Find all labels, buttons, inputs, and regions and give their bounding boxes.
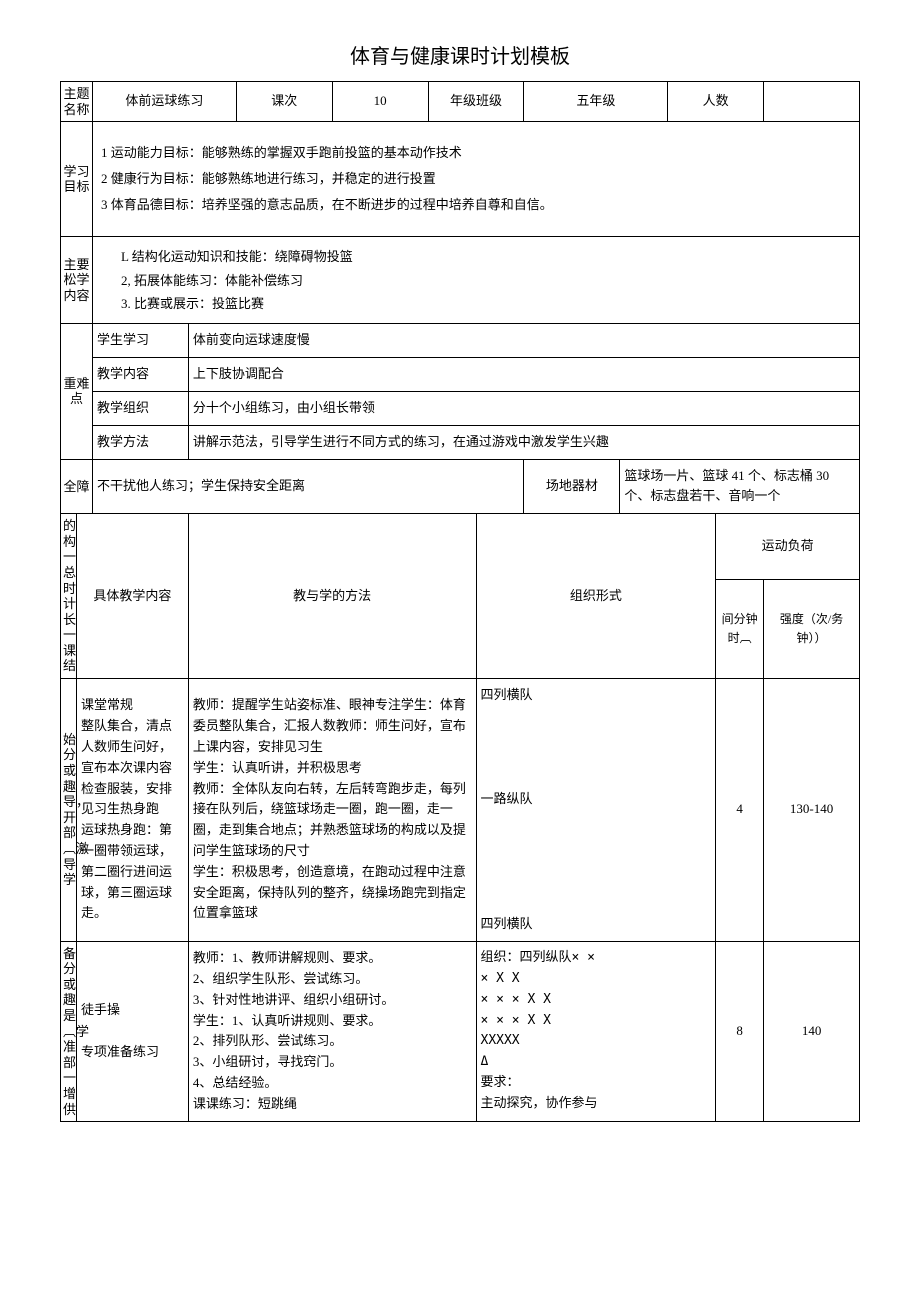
main-content-2: 2, 拓展体能练习：体能补偿练习 [121,269,851,292]
equip-label: 场地器材 [524,459,620,514]
safety-row: 全障 不干扰他人练习；学生保持安全距离 场地器材 篮球场一片、篮球 41 个、标… [61,459,860,514]
main-content-3: 3. 比赛或展示：投篮比赛 [121,292,851,315]
difficulty-label: 重难点 [61,324,93,459]
safety-label: 全障 [61,459,93,514]
session-value: 10 [332,82,428,122]
method-1: 教师：1、教师讲解规则、要求。 2、组织学生队形、尝试练习。 3、针对性地讲评、… [188,941,476,1122]
session-label: 课次 [236,82,332,122]
topic-label: 主题名称 [61,82,93,122]
phase-0: 始分或趣导，开部︹激导学 [61,679,77,942]
goals-label: 学习目标 [61,122,93,237]
content-1: 徒手操 专项准备练习 [77,941,189,1122]
schedule-row-1: 备分或趣是︹学准部一增供 徒手操 专项准备练习 教师：1、教师讲解规则、要求。 … [61,941,860,1122]
goals-cell: 1 运动能力目标：能够熟练的掌握双手跑前投篮的基本动作技术 2 健康行为目标：能… [93,122,860,237]
diff-k-3: 教学方法 [93,425,189,459]
intensity-0: 130-140 [764,679,860,942]
phase-1: 备分或趣是︹学准部一增供 [61,941,77,1122]
diff-v-2: 分十个小组练习，由小组长带领 [188,391,859,425]
equip-value: 篮球场一片、篮球 41 个、标志桶 30 个、标志盘若干、音响一个 [620,459,860,514]
goal-line-3: 3 体育品德目标：培养坚强的意志品质，在不断进步的过程中培养自尊和自信。 [101,192,851,218]
difficulty-row-3: 教学方法 讲解示范法，引导学生进行不同方式的练习，在通过游戏中激发学生兴趣 [61,425,860,459]
method-col-label: 教与学的方法 [188,514,476,679]
diff-v-1: 上下肢协调配合 [188,358,859,392]
main-content-label: 主要松学内容 [61,237,93,324]
topic-value: 体前运球练习 [93,82,237,122]
intensity-1: 140 [764,941,860,1122]
header-row: 主题名称 体前运球练习 课次 10 年级班级 五年级 人数 [61,82,860,122]
safety-value: 不干扰他人练习；学生保持安全距离 [93,459,524,514]
goal-line-1: 1 运动能力目标：能够熟练的掌握双手跑前投篮的基本动作技术 [101,140,851,166]
grade-label: 年级班级 [428,82,524,122]
difficulty-row-0: 重难点 学生学习 体前变向运球速度慢 [61,324,860,358]
diff-k-0: 学生学习 [93,324,189,358]
content-col-label: 具体教学内容 [77,514,189,679]
intensity-col-label: 强度（次/务钟）） [764,579,860,679]
schedule-header-row-1: 的构一总时计长一课结 具体教学内容 教与学的方法 组织形式 运动负荷 [61,514,860,579]
count-value [764,82,860,122]
diff-v-0: 体前变向运球速度慢 [188,324,859,358]
goal-line-2: 2 健康行为目标：能够熟练地进行练习，并稳定的进行投置 [101,166,851,192]
method-0: 教师：提醒学生站姿标准、眼神专注学生：体育委员整队集合，汇报人数教师：师生问好，… [188,679,476,942]
goals-row: 学习目标 1 运动能力目标：能够熟练的掌握双手跑前投篮的基本动作技术 2 健康行… [61,122,860,237]
main-content-row: 主要松学内容 L 结构化运动知识和技能：绕障碍物投篮 2, 拓展体能练习：体能补… [61,237,860,324]
diff-v-3: 讲解示范法，引导学生进行不同方式的练习，在通过游戏中激发学生兴趣 [188,425,859,459]
difficulty-row-2: 教学组织 分十个小组练习，由小组长带领 [61,391,860,425]
org-0: 四列横队 一路纵队 四列横队 [476,679,716,942]
structure-label: 的构一总时计长一课结 [61,514,77,679]
time-0: 4 [716,679,764,942]
org-1: 组织：四列纵队× × × X X × × × X X × × × X X XXX… [476,941,716,1122]
page-title: 体育与健康课时计划模板 [60,40,860,69]
diff-k-2: 教学组织 [93,391,189,425]
content-0: 课堂常规 整队集合，清点人数师生问好，宣布本次课内容检查服装，安排见习生热身跑 … [77,679,189,942]
schedule-row-0: 始分或趣导，开部︹激导学 课堂常规 整队集合，清点人数师生问好，宣布本次课内容检… [61,679,860,942]
time-1: 8 [716,941,764,1122]
difficulty-row-1: 教学内容 上下肢协调配合 [61,358,860,392]
grade-value: 五年级 [524,82,668,122]
count-label: 人数 [668,82,764,122]
diff-k-1: 教学内容 [93,358,189,392]
time-col-label: 间分钟时︹ [716,579,764,679]
main-content-cell: L 结构化运动知识和技能：绕障碍物投篮 2, 拓展体能练习：体能补偿练习 3. … [93,237,860,324]
org-col-label: 组织形式 [476,514,716,679]
main-content-1: L 结构化运动知识和技能：绕障碍物投篮 [121,245,851,268]
load-col-label: 运动负荷 [716,514,860,579]
lesson-plan-table: 主题名称 体前运球练习 课次 10 年级班级 五年级 人数 学习目标 1 运动能… [60,81,860,1122]
